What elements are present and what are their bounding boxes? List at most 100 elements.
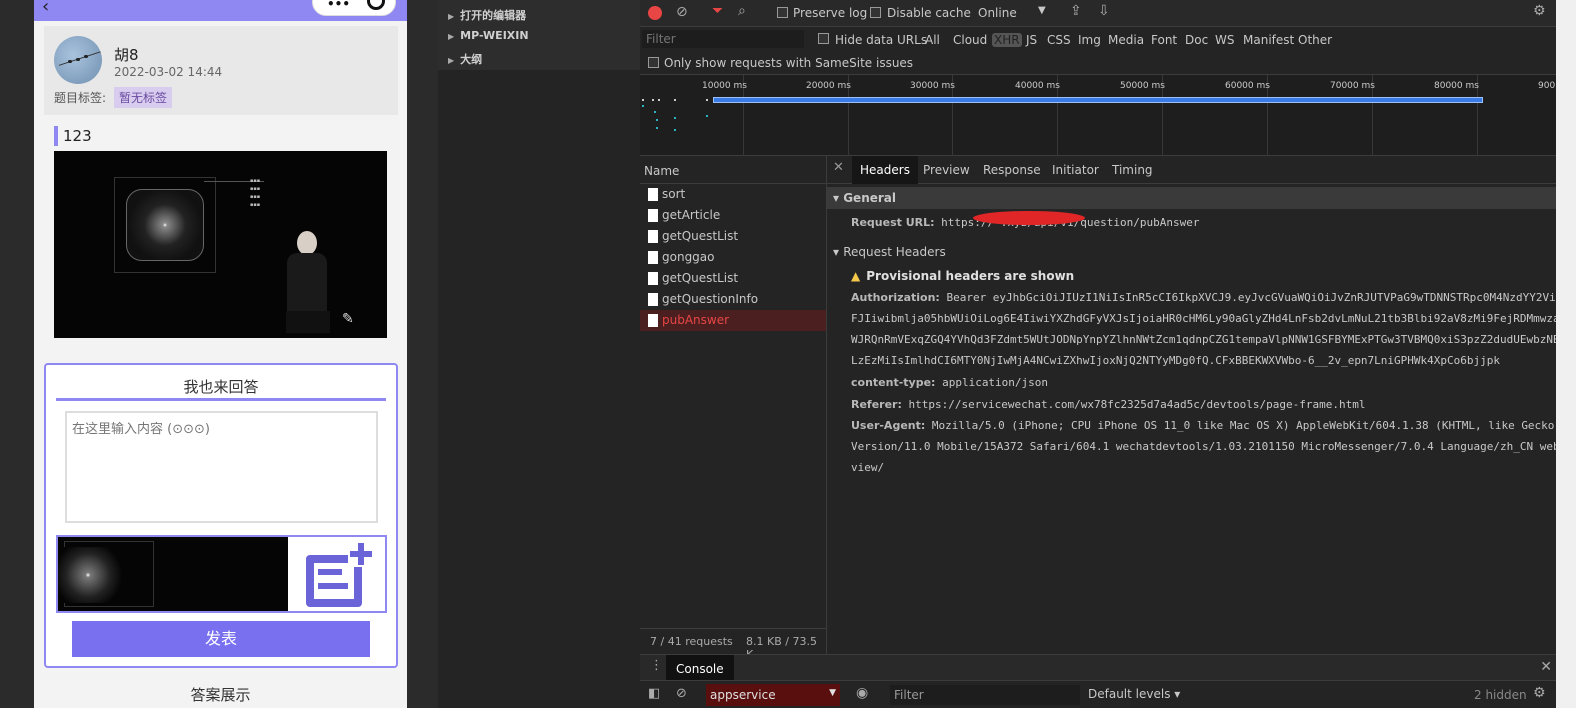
- mini-program-capsule: •••: [312, 0, 396, 16]
- filter-type-media[interactable]: Media: [1108, 33, 1144, 47]
- filter-type-ws[interactable]: WS: [1215, 33, 1234, 47]
- filter-type-doc[interactable]: Doc: [1185, 33, 1208, 47]
- document-icon: [648, 188, 658, 201]
- search-icon[interactable]: ⌕: [738, 3, 746, 19]
- clear-console-icon[interactable]: ⊘: [676, 686, 687, 701]
- authorization-value: Bearer eyJhbGciOiJIUzI1NiIsInR5cCI6IkpXV…: [946, 291, 1569, 304]
- uploaded-image-thumbnail[interactable]: [58, 537, 288, 611]
- tab-timing[interactable]: Timing: [1112, 163, 1153, 177]
- tree-item-mp-weixin[interactable]: ▶ MP-WEIXIN: [448, 29, 529, 42]
- clear-icon[interactable]: ⊘: [676, 4, 688, 20]
- request-url-label: Request URL:: [851, 216, 935, 229]
- tree-item-label: 打开的编辑器: [460, 9, 527, 22]
- timeline-dot: [674, 129, 676, 131]
- samesite-checkbox[interactable]: [648, 57, 659, 68]
- timeline-dot: [658, 99, 660, 101]
- filter-type-font[interactable]: Font: [1151, 33, 1177, 47]
- question-image[interactable]: ▪▪▪ ▪▪▪ ▪▪▪ ▪▪▪ ✎: [54, 151, 387, 338]
- record-icon[interactable]: [648, 6, 662, 20]
- avatar[interactable]: [54, 36, 102, 84]
- timeline-tick: 10000 ms: [702, 81, 747, 91]
- context-select[interactable]: appservice ▼: [706, 684, 840, 706]
- request-row[interactable]: getQuestList: [640, 226, 826, 247]
- tree-item-open-editors[interactable]: ▶ 打开的编辑器: [448, 7, 526, 23]
- timeline-tick: 70000 ms: [1330, 81, 1375, 91]
- tab-preview[interactable]: Preview: [923, 163, 970, 177]
- filter-type-js[interactable]: JS: [1026, 33, 1037, 47]
- request-row[interactable]: getQuestionInfo: [640, 289, 826, 310]
- console-settings-icon[interactable]: ⚙: [1533, 685, 1546, 701]
- filter-type-img[interactable]: Img: [1078, 33, 1101, 47]
- console-toolbar: ◧ ⊘ appservice ▼ ◉ Filter Default levels …: [640, 680, 1576, 708]
- timeline-dot: [642, 105, 644, 107]
- request-row[interactable]: getQuestList: [640, 268, 826, 289]
- filter-icon[interactable]: ⏷: [712, 3, 723, 19]
- request-headers-title-text: Request Headers: [843, 245, 946, 259]
- answer-title-underline: [56, 398, 386, 401]
- request-list-header[interactable]: Name: [640, 156, 826, 184]
- avatar-wire: [58, 51, 102, 66]
- request-row[interactable]: sort: [640, 184, 826, 205]
- network-filter-input[interactable]: [642, 30, 804, 48]
- filter-type-all[interactable]: All: [925, 33, 940, 47]
- tree-item-outline[interactable]: ▶ 大纲: [448, 51, 482, 67]
- document-icon: [648, 251, 658, 264]
- close-detail-icon[interactable]: ✕: [833, 160, 844, 175]
- filter-type-manifest[interactable]: Manifest: [1243, 33, 1294, 47]
- log-levels-select[interactable]: Default levels ▾: [1088, 687, 1180, 701]
- referer-line: Referer: https://servicewechat.com/wx78f…: [851, 398, 1365, 411]
- sidebar-toggle-icon[interactable]: ◧: [648, 686, 660, 701]
- tab-initiator[interactable]: Initiator: [1052, 163, 1099, 177]
- request-row[interactable]: getArticle: [640, 205, 826, 226]
- window-scrollbar[interactable]: [1556, 0, 1576, 708]
- image-screen-shape: [126, 189, 204, 261]
- tab-headers[interactable]: Headers: [852, 156, 918, 184]
- authorization-line: Authorization: Bearer eyJhbGciOiJIUzI1Ni…: [851, 291, 1569, 304]
- tree-item-label: MP-WEIXIN: [460, 29, 529, 42]
- export-icon[interactable]: ⇩: [1098, 3, 1110, 19]
- drawer-toolbar: ⋮ Console ✕: [640, 654, 1576, 681]
- back-arrow-icon[interactable]: ‹: [42, 0, 49, 17]
- answer-form: 我也来回答 发表: [44, 363, 398, 668]
- filter-type-cloud[interactable]: Cloud: [953, 33, 987, 47]
- settings-gear-icon[interactable]: ⚙: [1533, 3, 1546, 19]
- request-row[interactable]: gonggao: [640, 247, 826, 268]
- tab-response[interactable]: Response: [983, 163, 1041, 177]
- publish-button[interactable]: 发表: [72, 621, 370, 657]
- filter-type-xhr[interactable]: XHR: [992, 33, 1022, 47]
- import-icon[interactable]: ⇪: [1070, 3, 1082, 19]
- hide-data-urls-checkbox[interactable]: [818, 33, 829, 44]
- add-image-icon[interactable]: [298, 539, 376, 611]
- eye-icon[interactable]: ◉: [856, 685, 868, 701]
- filter-type-css[interactable]: CSS: [1047, 33, 1071, 47]
- general-section-header[interactable]: ▾ General: [827, 187, 1576, 209]
- tab-console[interactable]: Console: [666, 655, 734, 681]
- more-dots-icon[interactable]: •••: [327, 0, 350, 11]
- drawer-menu-icon[interactable]: ⋮: [650, 658, 663, 673]
- answer-textarea[interactable]: [65, 411, 378, 523]
- close-circle-icon[interactable]: [367, 0, 385, 10]
- user-agent-line: User-Agent: Mozilla/5.0 (iPhone; CPU iPh…: [851, 419, 1561, 432]
- timeline-tick: 900: [1538, 81, 1556, 91]
- preserve-log-checkbox[interactable]: [777, 7, 788, 18]
- post-date: 2022-03-02 14:44: [114, 65, 223, 79]
- request-headers-section-header[interactable]: ▾ Request Headers: [827, 241, 1576, 263]
- request-row-selected[interactable]: pubAnswer: [640, 310, 826, 331]
- tag-badge: 暂无标签: [114, 87, 173, 108]
- filter-type-other[interactable]: Other: [1298, 33, 1332, 47]
- authorization-continuation: WJRQnRmVExqZGQ4YVhQd3FZdmt5WUtJODNpYnpYZ…: [851, 333, 1560, 346]
- samesite-label: Only show requests with SameSite issues: [664, 56, 914, 70]
- root: ‹ ••• 胡8 2022-03-02 14:44 题目标签: 暂无标签 123: [0, 0, 1576, 708]
- disable-cache-checkbox[interactable]: [870, 7, 881, 18]
- throttle-select[interactable]: Online: [978, 6, 1017, 20]
- request-headers-section-title: ▾ Request Headers: [833, 245, 946, 259]
- timeline-dot: [674, 117, 676, 119]
- network-timeline[interactable]: 10000 ms 20000 ms 30000 ms 40000 ms 5000…: [640, 75, 1576, 156]
- devtools-network-panel: ⊘ ⏷ ⌕ Preserve log Disable cache Online …: [640, 0, 1576, 708]
- author-card: 胡8 2022-03-02 14:44 题目标签: 暂无标签: [44, 26, 398, 115]
- close-drawer-icon[interactable]: ✕: [1540, 659, 1552, 675]
- avatar-bird: [68, 60, 72, 63]
- throttle-dropdown-icon[interactable]: ▼: [1038, 5, 1046, 16]
- console-filter-input[interactable]: Filter: [890, 685, 1080, 705]
- image-callout-labels: ▪▪▪ ▪▪▪ ▪▪▪ ▪▪▪: [250, 178, 261, 208]
